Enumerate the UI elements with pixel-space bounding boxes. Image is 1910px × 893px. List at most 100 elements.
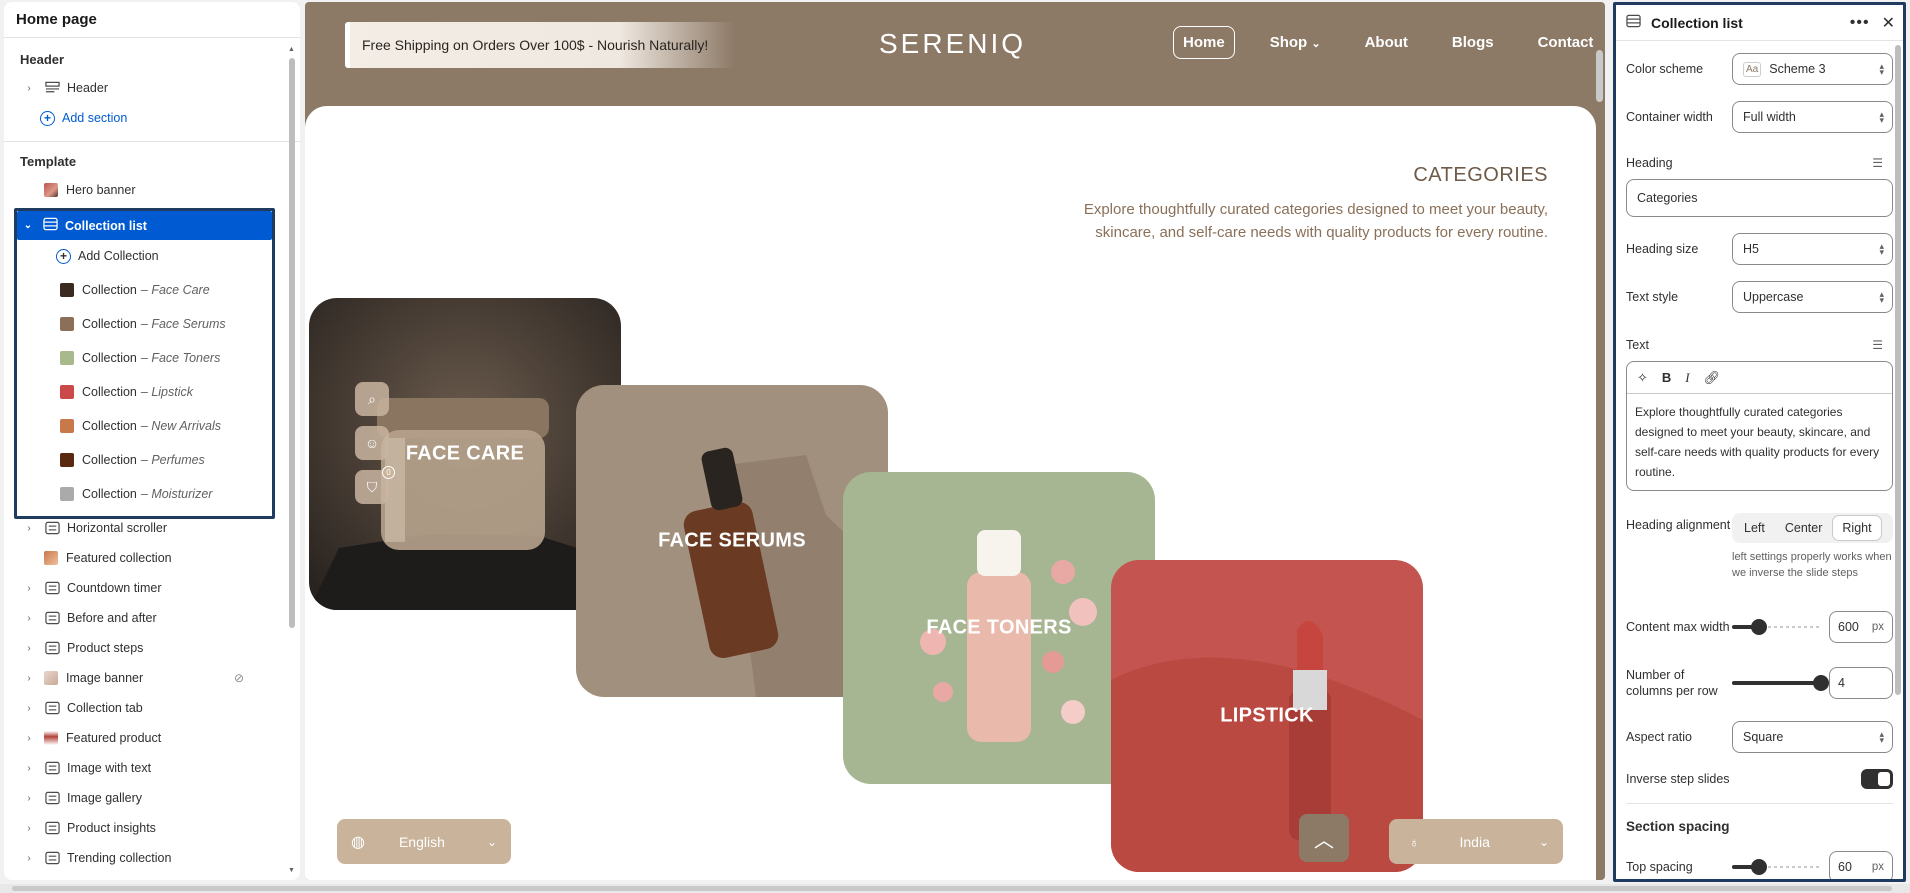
top-spacing-input[interactable]: 60 px bbox=[1829, 851, 1893, 879]
heading-input[interactable]: Categories bbox=[1626, 179, 1893, 217]
link-icon[interactable]: 🔗︎ bbox=[1704, 370, 1721, 386]
search-icon[interactable]: ⌕ bbox=[355, 382, 389, 416]
hero-banner-thumbnail bbox=[44, 183, 58, 197]
top-spacing-slider[interactable] bbox=[1732, 857, 1821, 877]
more-options-icon[interactable]: ••• bbox=[1850, 14, 1870, 32]
collection-block-item[interactable]: Collection – Lipstick bbox=[60, 377, 193, 407]
scrollbar-thumb[interactable] bbox=[1596, 50, 1603, 102]
collection-block-item[interactable]: Collection – Face Toners bbox=[60, 343, 220, 373]
sidebar-item-image-banner[interactable]: › Image banner ⊘ bbox=[4, 663, 284, 693]
content-max-width-input[interactable]: 600 px bbox=[1829, 611, 1893, 643]
chevron-right-icon[interactable]: › bbox=[22, 673, 36, 684]
collection-block-item[interactable]: Collection – Face Serums bbox=[60, 309, 226, 339]
chevron-right-icon[interactable]: › bbox=[22, 823, 36, 834]
align-right-option[interactable]: Right bbox=[1833, 516, 1881, 540]
rte-content[interactable]: Explore thoughtfully curated categories … bbox=[1627, 394, 1892, 490]
align-center-option[interactable]: Center bbox=[1776, 516, 1832, 540]
collection-tile-face-care[interactable]: FACE CARE ⌕ ☺ ⛉ 0 bbox=[309, 298, 621, 610]
collection-thumbnail bbox=[60, 453, 74, 467]
language-selector[interactable]: ◍ English ⌄ bbox=[337, 819, 511, 864]
store-logo[interactable]: SERENIQ bbox=[879, 28, 1026, 60]
sidebar-item-featured-product[interactable]: › Featured product bbox=[4, 723, 284, 753]
preview-scrollbar[interactable] bbox=[1596, 50, 1604, 880]
sidebar-item-image-with-text[interactable]: › Image with text bbox=[4, 753, 284, 783]
country-label: India bbox=[1459, 833, 1490, 850]
scrollbar-thumb[interactable] bbox=[289, 58, 295, 628]
collection-name: – Face Toners bbox=[140, 351, 221, 365]
inverse-step-toggle[interactable] bbox=[1861, 769, 1893, 789]
align-left-option[interactable]: Left bbox=[1735, 516, 1774, 540]
magic-icon[interactable]: ✧ bbox=[1637, 370, 1648, 386]
nav-contact[interactable]: Contact bbox=[1529, 27, 1603, 58]
sidebar-item-image-gallery[interactable]: › Image gallery bbox=[4, 783, 284, 813]
nav-about[interactable]: About bbox=[1356, 27, 1417, 58]
chevron-right-icon[interactable]: › bbox=[22, 643, 36, 654]
sidebar-item-horizontal-scroller[interactable]: › Horizontal scroller bbox=[4, 513, 284, 543]
content-max-width-slider[interactable] bbox=[1732, 617, 1821, 637]
account-icon[interactable]: ☺ bbox=[355, 426, 389, 460]
scroll-down-icon[interactable]: ▼ bbox=[288, 867, 295, 874]
italic-icon[interactable]: I bbox=[1685, 370, 1689, 386]
close-icon[interactable]: ✕ bbox=[1882, 13, 1895, 33]
aspect-ratio-select[interactable]: Square ▴ ▾ bbox=[1732, 721, 1893, 753]
cart-icon[interactable]: ⛉ 0 bbox=[355, 466, 395, 504]
sidebar-item-before-and-after[interactable]: › Before and after bbox=[4, 603, 284, 633]
hidden-eye-icon[interactable]: ⊘ bbox=[234, 671, 244, 685]
text-style-select[interactable]: Uppercase ▴ ▾ bbox=[1732, 281, 1893, 313]
chevron-right-icon[interactable]: › bbox=[22, 733, 36, 744]
collection-tile-face-toners[interactable]: FACE TONERS bbox=[843, 472, 1155, 784]
sidebar-item-collection-list[interactable]: ⌄ Collection list bbox=[17, 211, 272, 240]
chevron-right-icon[interactable]: › bbox=[22, 523, 36, 534]
chevron-right-icon[interactable]: › bbox=[22, 703, 36, 714]
sidebar-item-featured-collection[interactable]: ›Featured collection bbox=[4, 543, 284, 573]
rich-text-editor[interactable]: ✧ B I 🔗︎ Explore thoughtfully curated ca… bbox=[1626, 361, 1893, 491]
sidebar-item-collection-tab[interactable]: › Collection tab bbox=[4, 693, 284, 723]
columns-slider[interactable] bbox=[1732, 673, 1829, 693]
sidebar-item-trending-collection[interactable]: › Trending collection bbox=[4, 843, 284, 873]
collection-block-item[interactable]: Collection – Moisturizer bbox=[60, 479, 212, 509]
sidebar-item-product-steps[interactable]: › Product steps bbox=[4, 633, 284, 663]
sidebar-scrollbar[interactable]: ▲ ▼ bbox=[288, 46, 296, 876]
chevron-down-icon[interactable]: ⌄ bbox=[21, 220, 35, 231]
collection-block-item[interactable]: Collection – New Arrivals bbox=[60, 411, 221, 441]
bold-icon[interactable]: B bbox=[1662, 370, 1671, 385]
scroll-to-top-button[interactable]: ︿ bbox=[1299, 814, 1349, 862]
sidebar-item-countdown-timer[interactable]: › Countdown timer bbox=[4, 573, 284, 603]
settings-scrollbar[interactable] bbox=[1895, 45, 1901, 695]
chevron-right-icon[interactable]: › bbox=[22, 83, 36, 94]
dynamic-source-icon[interactable]: ☰ bbox=[1872, 338, 1883, 352]
scrollbar-thumb[interactable] bbox=[12, 886, 1892, 891]
horizontal-scrollbar[interactable] bbox=[0, 884, 1910, 893]
chevron-right-icon[interactable]: › bbox=[22, 853, 36, 864]
scroll-up-icon[interactable]: ▲ bbox=[288, 46, 295, 53]
slider-handle[interactable] bbox=[1750, 859, 1767, 875]
collection-block-item[interactable]: Collection – Perfumes bbox=[60, 445, 205, 475]
container-width-select[interactable]: Full width ▴ ▾ bbox=[1732, 101, 1893, 133]
sidebar-item-hero-banner[interactable]: › Hero banner bbox=[4, 175, 300, 205]
slider-handle[interactable] bbox=[1750, 619, 1767, 635]
add-section-button[interactable]: + Add section bbox=[4, 103, 300, 133]
columns-input[interactable]: 4 bbox=[1829, 667, 1893, 699]
collection-tile-face-serums[interactable]: FACE SERUMS bbox=[576, 385, 888, 697]
heading-size-select[interactable]: H5 ▴ ▾ bbox=[1732, 233, 1893, 265]
dynamic-source-icon[interactable]: ☰ bbox=[1872, 156, 1883, 170]
slider-handle[interactable] bbox=[1813, 675, 1829, 691]
nav-home[interactable]: Home bbox=[1173, 26, 1235, 59]
sidebar-item-product-insights[interactable]: › Product insights bbox=[4, 813, 284, 843]
chevron-right-icon[interactable]: › bbox=[22, 793, 36, 804]
country-selector[interactable]: ♁ India ⌄ bbox=[1389, 819, 1563, 864]
setting-label: Heading bbox=[1626, 156, 1673, 170]
color-scheme-select[interactable]: Aa Scheme 3 ▴ ▾ bbox=[1732, 53, 1893, 85]
chevron-right-icon[interactable]: › bbox=[22, 583, 36, 594]
collection-tile-lipstick[interactable]: LIPSTICK bbox=[1111, 560, 1423, 872]
chevron-right-icon[interactable]: › bbox=[22, 763, 36, 774]
nav-blogs[interactable]: Blogs bbox=[1443, 27, 1503, 58]
unit-label: px bbox=[1871, 621, 1884, 633]
chevron-right-icon[interactable]: › bbox=[22, 613, 36, 624]
collection-thumbnail bbox=[60, 419, 74, 433]
sidebar-item-header[interactable]: › Header bbox=[4, 73, 300, 103]
nav-shop[interactable]: Shop ⌄ bbox=[1261, 27, 1330, 58]
add-collection-button[interactable]: + Add Collection bbox=[56, 241, 159, 271]
collection-block-item[interactable]: Collection – Face Care bbox=[60, 275, 210, 305]
collection-name: – New Arrivals bbox=[140, 419, 221, 433]
